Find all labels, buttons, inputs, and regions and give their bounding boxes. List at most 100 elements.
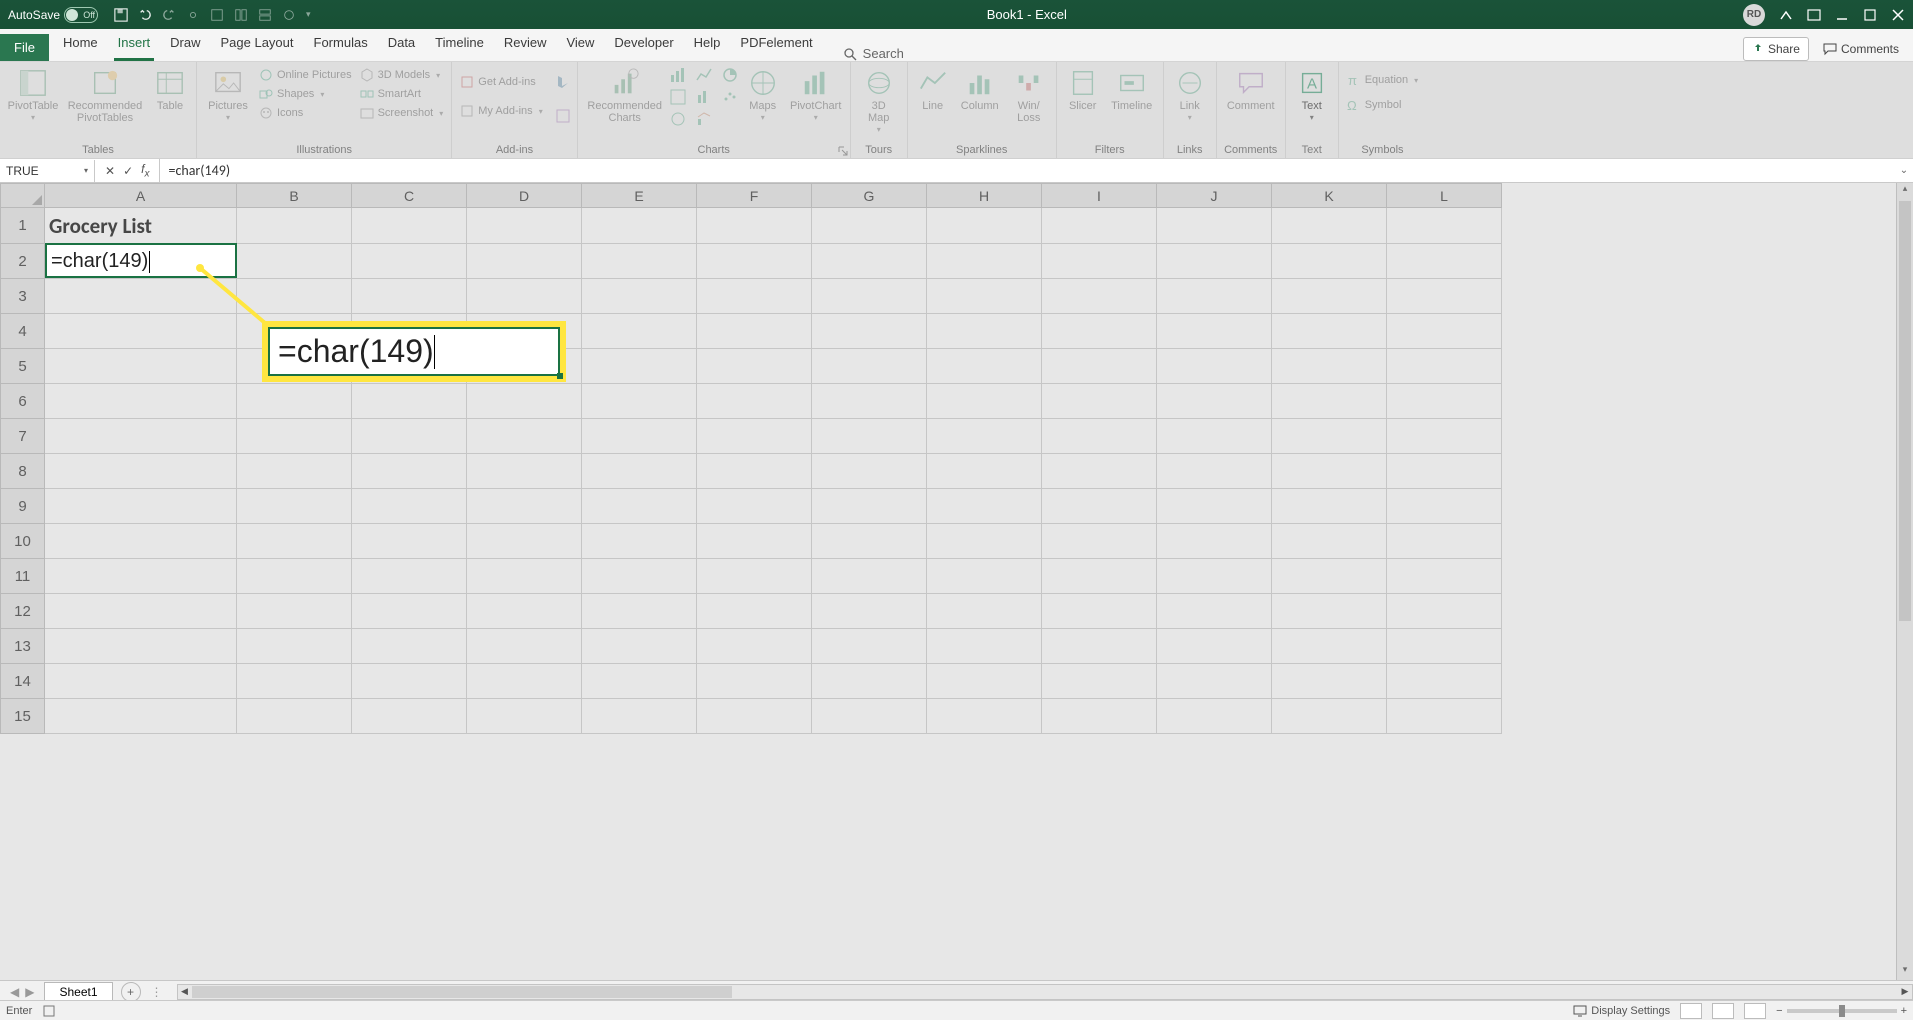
cell[interactable] (697, 559, 812, 594)
cell[interactable] (352, 279, 467, 314)
cell[interactable] (237, 419, 352, 454)
cell[interactable] (927, 244, 1042, 279)
cell[interactable] (812, 349, 927, 384)
cell[interactable] (1042, 244, 1157, 279)
cell[interactable] (237, 524, 352, 559)
column-headers[interactable]: A B C D E F G H I J K L (1, 184, 1502, 208)
cell[interactable] (582, 524, 697, 559)
cell[interactable] (582, 314, 697, 349)
chart-column-icon[interactable] (670, 67, 686, 83)
cell[interactable] (467, 699, 582, 734)
scroll-right-icon[interactable]: ▶ (1898, 985, 1912, 999)
cell[interactable] (1042, 664, 1157, 699)
cell[interactable] (1157, 454, 1272, 489)
cell[interactable] (45, 384, 237, 419)
cell[interactable] (697, 314, 812, 349)
undo-icon[interactable] (138, 8, 152, 22)
cell[interactable] (467, 594, 582, 629)
cell[interactable] (237, 384, 352, 419)
enter-formula-icon[interactable]: ✓ (123, 164, 133, 178)
cell[interactable] (1042, 489, 1157, 524)
cell[interactable] (1272, 314, 1387, 349)
3d-map-button[interactable]: 3D Map▾ (857, 64, 901, 135)
col-header[interactable]: E (582, 184, 697, 208)
cell[interactable] (352, 454, 467, 489)
tell-me-search[interactable]: Search (843, 46, 904, 61)
close-icon[interactable] (1891, 8, 1905, 22)
cell[interactable] (812, 384, 927, 419)
cell[interactable] (1157, 489, 1272, 524)
qat-more-icon[interactable]: ▾ (306, 9, 311, 20)
cell[interactable] (467, 419, 582, 454)
cell[interactable] (45, 559, 237, 594)
cell[interactable] (1387, 208, 1502, 244)
cell[interactable] (467, 244, 582, 279)
cell[interactable] (1387, 279, 1502, 314)
cell[interactable] (1272, 594, 1387, 629)
cell[interactable] (1042, 594, 1157, 629)
maximize-icon[interactable] (1863, 8, 1877, 22)
cell[interactable] (812, 244, 927, 279)
tab-help[interactable]: Help (684, 29, 731, 61)
cell[interactable] (1387, 594, 1502, 629)
tab-pdfelement[interactable]: PDFelement (730, 29, 822, 61)
cell[interactable] (467, 208, 582, 244)
cell[interactable] (582, 384, 697, 419)
cell[interactable] (927, 699, 1042, 734)
cell[interactable] (1387, 349, 1502, 384)
cell[interactable] (582, 489, 697, 524)
sparkline-column-button[interactable]: Column (956, 64, 1004, 112)
cell[interactable] (467, 489, 582, 524)
select-all-corner[interactable] (1, 184, 45, 208)
pictures-button[interactable]: Pictures▾ (203, 64, 253, 123)
vertical-scrollbar[interactable]: ▴ ▾ (1896, 183, 1913, 980)
link-button[interactable]: Link▾ (1170, 64, 1210, 123)
cell[interactable] (45, 594, 237, 629)
pivottable-button[interactable]: PivotTable▾ (6, 64, 60, 123)
touch-icon[interactable] (186, 8, 200, 22)
chart-combo-icon[interactable] (696, 111, 712, 127)
cell[interactable] (812, 524, 927, 559)
cell[interactable] (352, 699, 467, 734)
cell[interactable] (927, 629, 1042, 664)
cell[interactable] (812, 664, 927, 699)
chart-map-icon[interactable] (670, 111, 686, 127)
cell[interactable] (1157, 384, 1272, 419)
cell[interactable] (467, 524, 582, 559)
cell[interactable] (697, 699, 812, 734)
table-button[interactable]: Table (150, 64, 190, 112)
autosave-toggle[interactable]: AutoSave Off (8, 7, 98, 23)
comment-button[interactable]: Comment (1223, 64, 1279, 112)
row-header[interactable]: 15 (1, 699, 45, 734)
cell[interactable] (467, 384, 582, 419)
col-header[interactable]: D (467, 184, 582, 208)
row-header[interactable]: 5 (1, 349, 45, 384)
scroll-left-icon[interactable]: ◀ (178, 985, 192, 999)
col-header[interactable]: L (1387, 184, 1502, 208)
cell[interactable] (237, 489, 352, 524)
scroll-up-icon[interactable]: ▴ (1897, 183, 1913, 199)
cell[interactable] (927, 664, 1042, 699)
row-header[interactable]: 2 (1, 244, 45, 279)
zoom-slider[interactable]: − + (1776, 1005, 1907, 1017)
expand-formula-bar-icon[interactable]: ⌄ (1895, 165, 1913, 176)
spreadsheet-grid[interactable]: A B C D E F G H I J K L 1Grocery List234… (0, 183, 1913, 980)
cell[interactable] (812, 594, 927, 629)
cell[interactable] (582, 664, 697, 699)
tab-draw[interactable]: Draw (160, 29, 210, 61)
cell[interactable] (1272, 489, 1387, 524)
view-normal-button[interactable] (1680, 1003, 1702, 1019)
sparkline-line-button[interactable]: Line (914, 64, 952, 112)
cell[interactable] (927, 454, 1042, 489)
3d-models-button[interactable]: 3D Models▾ (358, 67, 446, 83)
tab-file[interactable]: File (0, 34, 49, 61)
cell[interactable] (1272, 384, 1387, 419)
add-sheet-button[interactable]: + (121, 982, 141, 1002)
tab-timeline[interactable]: Timeline (425, 29, 494, 61)
timeline-button[interactable]: Timeline (1107, 64, 1157, 112)
scrollbar-thumb[interactable] (192, 986, 732, 998)
cell[interactable] (1042, 524, 1157, 559)
cell[interactable] (467, 664, 582, 699)
cell[interactable] (1272, 454, 1387, 489)
fx-icon[interactable]: fx (141, 162, 149, 179)
